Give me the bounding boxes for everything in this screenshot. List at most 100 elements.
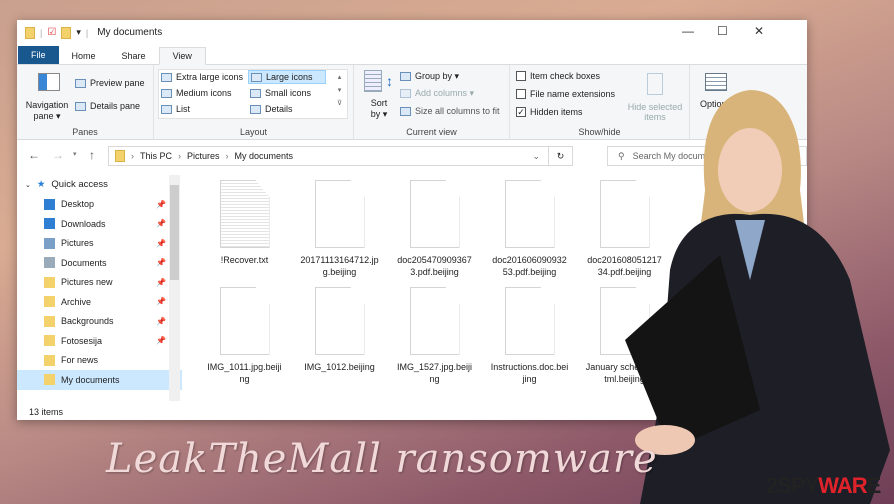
- recent-locations-icon[interactable]: ▾: [73, 150, 77, 158]
- panes-group: Navigation pane ▾ Preview pane Details p…: [17, 65, 154, 140]
- details-pane-button[interactable]: Details pane: [75, 101, 140, 111]
- tab-share[interactable]: Share: [109, 48, 159, 64]
- file-item[interactable]: 20171113164712.jpg.beijing: [292, 180, 387, 278]
- forward-icon[interactable]: →: [52, 148, 64, 162]
- navigation-pane-icon: [38, 73, 60, 91]
- nav-item[interactable]: Backgrounds 📌: [17, 312, 182, 332]
- checkbox[interactable]: [516, 71, 526, 81]
- maximize-button[interactable]: ☐: [717, 24, 728, 38]
- tab-home[interactable]: Home: [59, 48, 109, 64]
- nav-item[interactable]: Archive 📌: [17, 292, 182, 312]
- nav-label: Archive: [61, 296, 92, 307]
- breadcrumb-my-documents[interactable]: My documents: [235, 151, 294, 161]
- nav-label: Backgrounds: [61, 316, 114, 327]
- checkbox-checked[interactable]: ✓: [516, 107, 526, 117]
- back-icon[interactable]: ←: [28, 148, 40, 162]
- file-icon: [219, 287, 270, 355]
- nav-item[interactable]: Desktop 📌: [17, 195, 182, 215]
- nav-item[interactable]: Pictures new 📌: [17, 273, 182, 293]
- file-icon: [409, 287, 460, 355]
- nav-item[interactable]: Pictures 📌: [17, 234, 182, 254]
- logo-part1: 2SPY: [766, 473, 819, 498]
- logo-part3: E: [866, 473, 882, 498]
- up-icon[interactable]: ↑: [89, 148, 95, 162]
- sort-by-button[interactable]: Sort by ▾: [367, 98, 391, 120]
- folder-icon: [44, 374, 55, 386]
- logo-part2: WAR: [818, 473, 867, 498]
- minimize-button[interactable]: —: [682, 24, 694, 38]
- file-item[interactable]: doc20160609093253.pdf.beijing: [482, 180, 577, 278]
- file-item[interactable]: !Recover.txt: [197, 180, 292, 266]
- nav-item[interactable]: Downloads 📌: [17, 214, 182, 234]
- window-title: My documents: [97, 27, 163, 38]
- layout-small-icons[interactable]: Small icons: [250, 88, 311, 98]
- item-check-boxes-toggle[interactable]: Item check boxes: [516, 71, 600, 81]
- pin-icon[interactable]: 📌: [156, 219, 166, 228]
- pin-icon[interactable]: 📌: [156, 297, 166, 306]
- pin-icon[interactable]: 📌: [156, 200, 166, 209]
- nav-item[interactable]: For news: [17, 351, 182, 371]
- tab-view[interactable]: View: [158, 47, 206, 65]
- navigation-pane-button[interactable]: [35, 73, 63, 91]
- nav-item[interactable]: Fotosesija 📌: [17, 331, 182, 351]
- folder-icon: [44, 315, 55, 327]
- navigation-pane-label[interactable]: Navigation pane ▾: [23, 100, 71, 122]
- navigation-pane: ⌄ ★ Quick access Desktop 📌 Downloads 📌 Picture…: [17, 175, 182, 401]
- nav-label: My documents: [61, 374, 120, 385]
- pin-icon[interactable]: 📌: [156, 278, 166, 287]
- scrollbar-thumb[interactable]: [170, 185, 179, 280]
- add-columns-button[interactable]: Add columns ▾: [400, 88, 474, 99]
- pin-icon[interactable]: 📌: [156, 258, 166, 267]
- nav-label: Pictures: [61, 238, 94, 249]
- pin-icon[interactable]: 📌: [156, 336, 166, 345]
- nav-scrollbar[interactable]: [169, 175, 180, 401]
- layout-extra-large-icons[interactable]: Extra large icons: [161, 72, 243, 82]
- nav-label: Documents: [61, 257, 107, 268]
- tab-file[interactable]: File: [18, 46, 59, 64]
- folder-icon: [44, 276, 55, 288]
- nav-label: Quick access: [51, 179, 108, 191]
- new-folder-icon[interactable]: [61, 26, 72, 39]
- address-bar[interactable]: › This PC › Pictures › My documents ⌄ ↻: [108, 146, 573, 166]
- nav-item[interactable]: Documents 📌: [17, 253, 182, 273]
- refresh-icon[interactable]: ↻: [548, 147, 572, 165]
- layout-scroll[interactable]: ▴ ▾ ⊽: [337, 73, 342, 107]
- title-bar: | ☑ ▾ | My documents — ☐ ✕: [17, 20, 807, 45]
- file-item[interactable]: doc2054709093673.pdf.beijing: [387, 180, 482, 278]
- size-columns-button[interactable]: Size all columns to fit: [400, 106, 500, 116]
- layout-label: Small icons: [265, 88, 312, 98]
- location-icon: [44, 218, 55, 230]
- panes-label: Panes: [72, 127, 98, 137]
- nav-quick-access[interactable]: ⌄ ★ Quick access: [17, 175, 182, 195]
- details-icon: [250, 104, 261, 114]
- group-by-button[interactable]: Group by ▾: [400, 71, 459, 82]
- layout-large-icons[interactable]: Large icons: [248, 70, 326, 84]
- pin-icon[interactable]: 📌: [156, 317, 166, 326]
- breadcrumb-pictures[interactable]: Pictures: [187, 151, 220, 161]
- close-button[interactable]: ✕: [754, 24, 764, 38]
- medium-icons-icon: [161, 88, 172, 98]
- hidden-items-toggle[interactable]: ✓ Hidden items: [516, 107, 583, 117]
- group-by-label: Group by ▾: [415, 71, 460, 81]
- layout-medium-icons[interactable]: Medium icons: [161, 88, 232, 98]
- file-item[interactable]: Instructions.doc.beijing: [482, 287, 577, 385]
- properties-icon[interactable]: ☑: [47, 27, 56, 38]
- preview-pane-button[interactable]: Preview pane: [75, 78, 145, 88]
- file-item[interactable]: IMG_1527.jpg.beijing: [387, 287, 482, 385]
- nav-item[interactable]: My documents: [17, 370, 182, 390]
- breadcrumb-this-pc[interactable]: This PC: [140, 151, 172, 161]
- layout-list[interactable]: List: [161, 104, 190, 114]
- ribbon-tabs: File Home Share View: [17, 45, 807, 65]
- file-name: doc2054709093673.pdf.beijing: [397, 255, 472, 277]
- file-name: IMG_1527.jpg.beijing: [396, 362, 473, 384]
- address-dropdown-icon[interactable]: ⌄: [532, 151, 540, 162]
- file-item[interactable]: IMG_1012.beijing: [292, 287, 387, 373]
- checkbox[interactable]: [516, 89, 526, 99]
- nav-label: Fotosesija: [61, 335, 103, 346]
- file-icon: [314, 287, 365, 355]
- folder-icon: [44, 296, 55, 308]
- pin-icon[interactable]: 📌: [156, 239, 166, 248]
- file-item[interactable]: IMG_1011.jpg.beijing: [197, 287, 292, 385]
- quick-access-dropdown-icon[interactable]: ▾: [76, 27, 81, 38]
- layout-details[interactable]: Details: [250, 104, 293, 114]
